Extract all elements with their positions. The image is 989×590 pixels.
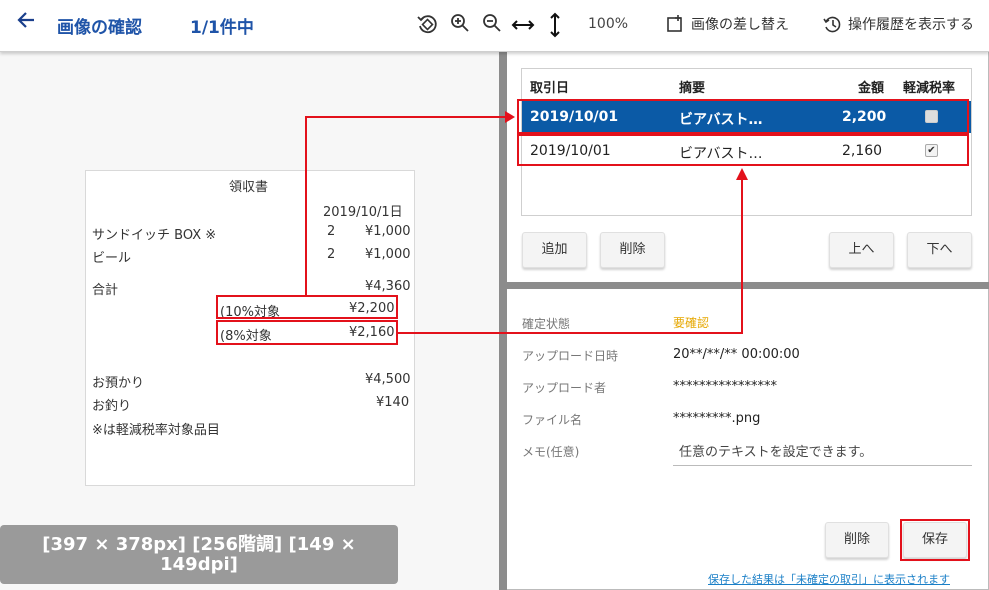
row-summary: ビアバスト…	[679, 112, 763, 128]
column-header-reduced-tax: 軽減税率	[903, 81, 956, 96]
fit-height-icon[interactable]	[545, 11, 565, 39]
row-amount: 2,160	[842, 143, 883, 159]
reduced-tax-checkbox[interactable]	[925, 110, 938, 123]
filename-value: *********.png	[673, 411, 761, 426]
receipt-heading: 領収書	[229, 180, 269, 195]
zoom-out-icon[interactable]	[481, 12, 503, 34]
show-history-button[interactable]: 操作履歴を表示する	[822, 14, 974, 34]
receipt-item-name: サンドイッチ BOX ※	[92, 228, 217, 243]
status-label: 確定状態	[522, 317, 571, 331]
row-amount: 2,200	[842, 109, 887, 125]
receipt-tax8-label: (8%対象	[220, 329, 272, 344]
image-info-line: [397 × 378px] [256階調] [149 ×	[42, 534, 356, 555]
row-date: 2019/10/01	[530, 109, 619, 125]
image-replace-icon	[667, 15, 682, 32]
memo-underline	[673, 465, 972, 466]
arrow-left-icon[interactable]	[12, 9, 40, 41]
move-up-button[interactable]: 上へ	[829, 232, 894, 268]
receipt-deposit-label: お預かり	[92, 376, 145, 391]
uploader-label: アップロード者	[522, 381, 607, 395]
move-down-button[interactable]: 下へ	[907, 232, 972, 268]
receipt-item-price: ¥1,000	[365, 224, 411, 239]
history-icon	[823, 16, 841, 33]
save-button[interactable]: 保存	[903, 522, 967, 558]
vertical-splitter[interactable]	[499, 52, 507, 590]
upload-date-label: アップロード日時	[522, 349, 619, 363]
zoom-in-icon[interactable]	[449, 12, 471, 34]
receipt-tax10-value: ¥2,200	[349, 301, 395, 316]
add-row-button[interactable]: 追加	[522, 232, 587, 268]
header-bar: 画像の確認 1/1件中 100% 画像の差し替え 操作履歴を表示する	[0, 0, 989, 52]
receipt-item-name: ビール	[92, 251, 132, 266]
column-header-date: 取引日	[530, 81, 570, 96]
status-badge: 要確認	[673, 316, 710, 330]
receipt-item-qty: 2	[327, 224, 336, 239]
receipt-deposit-value: ¥4,500	[365, 372, 411, 387]
uploader-value: ****************	[673, 379, 777, 394]
receipt-tax8-value: ¥2,160	[349, 325, 395, 340]
upload-date-value: 20**/**/** 00:00:00	[673, 347, 800, 362]
table-row[interactable]: 2019/10/01 ビアバスト… 2,160 ✔	[522, 135, 971, 167]
filename-label: ファイル名	[522, 413, 583, 427]
receipt-image: 領収書 2019/10/1日 サンドイッチ BOX ※ 2 ¥1,000 ビール…	[85, 170, 415, 486]
horizontal-splitter[interactable]	[507, 282, 989, 289]
receipt-change-value: ¥140	[376, 395, 410, 410]
memo-field[interactable]: 任意のテキストを設定できます。	[679, 441, 872, 460]
zoom-level: 100%	[588, 16, 629, 32]
rotate-icon[interactable]	[415, 12, 439, 36]
save-result-link[interactable]: 保存した結果は「未確定の取引」に表示されます	[708, 571, 950, 587]
replace-image-label: 画像の差し替え	[691, 17, 789, 33]
table-row[interactable]: 2019/10/01 ビアバスト… 2,200	[522, 101, 971, 133]
row-date: 2019/10/01	[530, 143, 611, 159]
image-info-overlay: [397 × 378px] [256階調] [149 × 149dpi]	[0, 525, 398, 584]
transaction-table: 取引日 摘要 金額 軽減税率 2019/10/01 ビアバスト… 2,200 2…	[521, 68, 972, 216]
show-history-label: 操作履歴を表示する	[848, 17, 974, 33]
replace-image-button[interactable]: 画像の差し替え	[665, 14, 789, 34]
delete-row-button[interactable]: 削除	[600, 232, 665, 268]
image-info-line: 149dpi]	[160, 554, 238, 575]
fit-width-icon[interactable]	[510, 14, 536, 36]
column-header-amount: 金額	[858, 81, 885, 96]
delete-button[interactable]: 削除	[825, 522, 889, 558]
memo-label: メモ(任意)	[522, 445, 580, 459]
receipt-note: ※は軽減税率対象品目	[92, 423, 220, 438]
receipt-item-price: ¥1,000	[365, 247, 411, 262]
receipt-change-label: お釣り	[92, 399, 132, 414]
receipt-total-label: 合計	[92, 283, 119, 298]
receipt-date: 2019/10/1日	[323, 205, 403, 220]
receipt-tax10-label: (10%対象	[220, 305, 280, 320]
receipt-item-qty: 2	[327, 247, 336, 262]
row-summary: ビアバスト…	[679, 146, 763, 162]
column-header-summary: 摘要	[679, 81, 706, 96]
receipt-total-value: ¥4,360	[365, 279, 411, 294]
page-count: 1/1件中	[190, 18, 254, 38]
page-title: 画像の確認	[57, 18, 142, 38]
reduced-tax-checkbox[interactable]: ✔	[925, 144, 938, 157]
